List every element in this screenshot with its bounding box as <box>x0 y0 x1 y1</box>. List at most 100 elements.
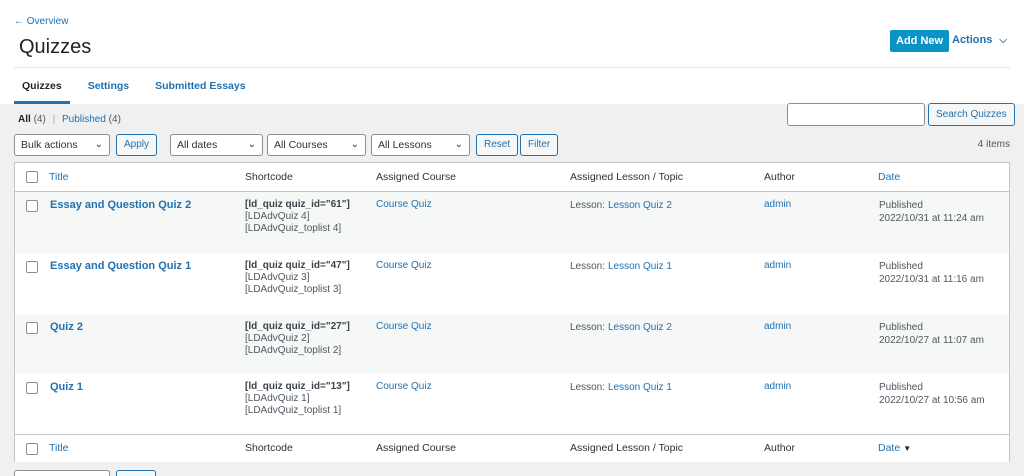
tab-settings[interactable]: Settings <box>80 76 137 104</box>
shortcode-line: [LDAdvQuiz_toplist 3] <box>245 284 342 295</box>
table-footer-row: Title Shortcode Assigned Course Assigned… <box>15 434 1009 462</box>
post-status: Published <box>879 322 923 333</box>
chevron-down-icon: ⌄ <box>94 139 103 150</box>
column-assigned-course: Assigned Course <box>376 171 456 183</box>
author-link[interactable]: admin <box>764 199 791 210</box>
lesson-link[interactable]: Lesson Quiz 1 <box>608 382 672 393</box>
add-new-button[interactable]: Add New <box>890 30 950 52</box>
author-link[interactable]: admin <box>764 260 791 271</box>
author-link[interactable]: admin <box>764 321 791 332</box>
quiz-title-link[interactable]: Quiz 1 <box>50 381 83 393</box>
lesson-link[interactable]: Lesson Quiz 2 <box>608 322 672 333</box>
reset-button[interactable]: Reset <box>476 134 519 156</box>
lesson-cell: Lesson: Lesson Quiz 1 <box>570 260 672 272</box>
row-checkbox[interactable] <box>26 200 38 212</box>
row-checkbox[interactable] <box>26 382 38 394</box>
lesson-prefix: Lesson: <box>570 382 606 393</box>
tab-bar: Quizzes Settings Submitted Essays <box>14 76 254 104</box>
author-link[interactable]: admin <box>764 381 791 392</box>
shortcode-line: [LDAdvQuiz 3] <box>245 272 310 283</box>
actions-menu-button[interactable]: Actions ⌵ <box>952 34 1007 46</box>
table-row: Quiz 1 [ld_quiz quiz_id="13"] [LDAdvQuiz… <box>15 374 1009 434</box>
shortcode-line: [ld_quiz quiz_id="27"] <box>245 321 350 332</box>
table-header-row: Title Shortcode Assigned Course Assigned… <box>15 163 1009 192</box>
row-checkbox[interactable] <box>26 322 38 334</box>
post-date: 2022/10/31 at 11:16 am <box>879 274 984 285</box>
filter-all-link[interactable]: All <box>18 114 34 125</box>
course-link[interactable]: Course Quiz <box>376 199 432 210</box>
dates-select[interactable]: All dates ⌄ <box>170 134 263 156</box>
bulk-actions-select-bottom[interactable] <box>14 470 110 476</box>
column-author: Author <box>764 171 795 183</box>
quiz-title-link[interactable]: Essay and Question Quiz 1 <box>50 260 191 272</box>
column-assigned-lesson: Assigned Lesson / Topic <box>570 171 684 183</box>
course-link[interactable]: Course Quiz <box>376 260 432 271</box>
chevron-down-icon: ⌄ <box>454 139 463 150</box>
chevron-down-icon: ⌄ <box>350 139 359 150</box>
shortcode-cell: [ld_quiz quiz_id="61"] [LDAdvQuiz 4] [LD… <box>245 199 350 235</box>
overview-back-link[interactable]: ← Overview <box>14 16 68 27</box>
sort-desc-icon: ▼ <box>903 444 912 453</box>
column-shortcode-footer: Shortcode <box>245 442 293 454</box>
lesson-cell: Lesson: Lesson Quiz 2 <box>570 321 672 333</box>
post-status: Published <box>879 261 923 272</box>
apply-button[interactable]: Apply <box>116 134 158 156</box>
date-cell: Published 2022/10/31 at 11:16 am <box>879 260 984 286</box>
search-quizzes-button[interactable]: Search Quizzes <box>928 103 1015 126</box>
post-status: Published <box>879 382 923 393</box>
row-checkbox[interactable] <box>26 261 38 273</box>
column-title-sort-footer[interactable]: Title <box>49 442 68 454</box>
tab-quizzes[interactable]: Quizzes <box>14 76 70 104</box>
course-link[interactable]: Course Quiz <box>376 381 432 392</box>
post-date: 2022/10/27 at 10:56 am <box>879 395 985 406</box>
tab-submitted-essays[interactable]: Submitted Essays <box>147 76 253 104</box>
lesson-prefix: Lesson: <box>570 200 606 211</box>
lesson-link[interactable]: Lesson Quiz 2 <box>608 200 672 211</box>
shortcode-line: [ld_quiz quiz_id="61"] <box>245 199 350 210</box>
date-cell: Published 2022/10/27 at 11:07 am <box>879 321 984 347</box>
filter-published-link[interactable]: Published <box>62 114 106 125</box>
shortcode-line: [LDAdvQuiz 4] <box>245 211 310 222</box>
quiz-title-link[interactable]: Quiz 2 <box>50 321 83 333</box>
quizzes-table: Title Shortcode Assigned Course Assigned… <box>14 162 1010 462</box>
post-status: Published <box>879 200 923 211</box>
lesson-link[interactable]: Lesson Quiz 1 <box>608 261 672 272</box>
lesson-prefix: Lesson: <box>570 261 606 272</box>
column-date-label: Date <box>878 442 901 454</box>
column-date-sort-footer[interactable]: Date ▼ <box>878 442 911 454</box>
courses-value: All Courses <box>274 139 328 151</box>
actions-label: Actions <box>952 34 993 46</box>
apply-button-bottom[interactable] <box>116 470 156 476</box>
select-all-checkbox[interactable] <box>26 171 38 183</box>
shortcode-line: [LDAdvQuiz_toplist 4] <box>245 223 342 234</box>
items-count: 4 items <box>977 139 1010 150</box>
shortcode-line: [LDAdvQuiz 1] <box>245 393 310 404</box>
shortcode-cell: [ld_quiz quiz_id="27"] [LDAdvQuiz 2] [LD… <box>245 321 350 357</box>
lesson-prefix: Lesson: <box>570 322 606 333</box>
shortcode-line: [ld_quiz quiz_id="13"] <box>245 381 350 392</box>
shortcode-line: [ld_quiz quiz_id="47"] <box>245 260 350 271</box>
chevron-down-icon: ⌵ <box>999 35 1007 46</box>
select-all-checkbox-footer[interactable] <box>26 443 38 455</box>
search-input[interactable] <box>787 103 925 126</box>
post-date: 2022/10/27 at 11:07 am <box>879 335 984 346</box>
column-date-sort[interactable]: Date <box>878 171 900 183</box>
course-link[interactable]: Course Quiz <box>376 321 432 332</box>
table-row: Essay and Question Quiz 2 [ld_quiz quiz_… <box>15 192 1009 253</box>
page-header: ← Overview Quizzes Add New Actions ⌵ Qui… <box>0 0 1024 104</box>
courses-select[interactable]: All Courses ⌄ <box>267 134 366 156</box>
column-assigned-lesson-footer: Assigned Lesson / Topic <box>570 442 684 454</box>
chevron-down-icon: ⌄ <box>247 139 256 150</box>
bulk-actions-select[interactable]: Bulk actions ⌄ <box>14 134 110 156</box>
lessons-select[interactable]: All Lessons ⌄ <box>371 134 470 156</box>
filter-separator: | <box>52 114 56 125</box>
filter-button[interactable]: Filter <box>520 134 559 156</box>
column-title-sort[interactable]: Title <box>49 171 68 183</box>
shortcode-line: [LDAdvQuiz 2] <box>245 333 310 344</box>
column-assigned-course-footer: Assigned Course <box>376 442 456 454</box>
bulk-actions-value: Bulk actions <box>21 139 78 151</box>
quiz-title-link[interactable]: Essay and Question Quiz 2 <box>50 199 191 211</box>
shortcode-cell: [ld_quiz quiz_id="13"] [LDAdvQuiz 1] [LD… <box>245 381 350 417</box>
lesson-cell: Lesson: Lesson Quiz 2 <box>570 199 672 211</box>
column-author-footer: Author <box>764 442 795 454</box>
